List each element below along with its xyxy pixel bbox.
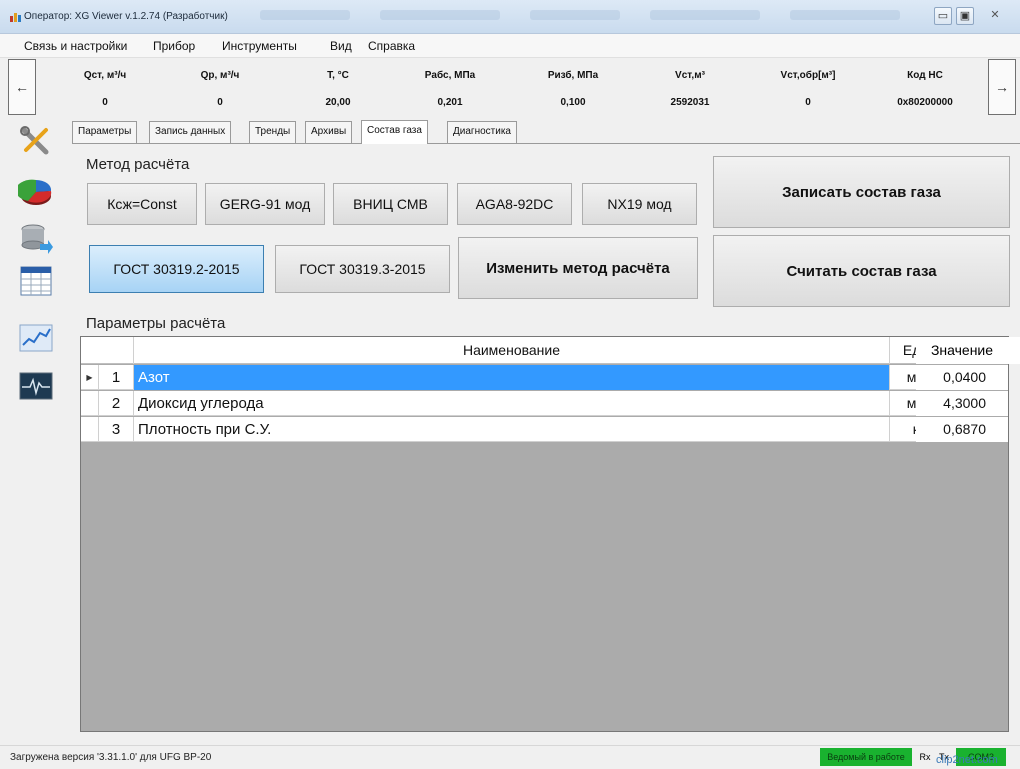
method-button-nx19[interactable]: NX19 мод [582, 183, 697, 225]
row-name[interactable]: Диоксид углерода [134, 391, 890, 416]
write-gas-composition-button[interactable]: Записать состав газа [713, 156, 1010, 228]
tab-archives[interactable]: Архивы [305, 121, 353, 143]
header-value: 0x80200000 [897, 97, 953, 108]
tab-parameters[interactable]: Параметры [72, 121, 138, 143]
column-header-value[interactable]: Значение [916, 337, 1008, 364]
trend-chart-icon[interactable] [18, 321, 54, 355]
title-blur [380, 10, 500, 20]
menu-device[interactable]: Прибор [153, 39, 195, 53]
row-value[interactable]: 0,0400 [916, 365, 1008, 390]
read-gas-composition-button[interactable]: Считать состав газа [713, 235, 1010, 307]
header-value: 0 [805, 97, 811, 108]
gost-30319-2-button[interactable]: ГОСТ 30319.2-2015 [89, 245, 264, 293]
maximize-button[interactable]: ▣ [956, 7, 974, 25]
method-button-gerg91[interactable]: GERG-91 мод [205, 183, 325, 225]
tools-icon[interactable] [18, 124, 54, 158]
prev-arrow-button[interactable]: ← [8, 59, 36, 115]
database-icon[interactable] [18, 222, 54, 256]
grid-header: Наименование Ед.изм. [81, 337, 1020, 364]
header-value: 0,201 [437, 97, 463, 108]
status-text: Загружена версия '3.31.1.0' для UFG BP-2… [10, 752, 212, 763]
header-label: Pабс, МПа [424, 70, 476, 81]
tab-diagnostics[interactable]: Диагностика [447, 121, 517, 143]
title-blur [530, 10, 620, 20]
header-label: T, °C [327, 70, 349, 81]
table-row[interactable]: 3 Плотность при С.У. кг/м³ 0,6870 [81, 417, 1008, 442]
row-number: 2 [99, 391, 134, 416]
title-bar: Оператор: XG Viewer v.1.2.74 (Разработчи… [0, 0, 1020, 34]
header-label: Pизб, МПа [547, 70, 599, 81]
method-button-ksj-const[interactable]: Ксж=Const [87, 183, 197, 225]
tab-gas-composition[interactable]: Состав газа [361, 120, 428, 144]
app-icon [10, 13, 21, 22]
gost-30319-3-button[interactable]: ГОСТ 30319.3-2015 [275, 245, 450, 293]
title-blur [650, 10, 760, 20]
mode-badge: Ведомый в работе [820, 748, 912, 766]
status-bar: Загружена версия '3.31.1.0' для UFG BP-2… [0, 745, 1020, 769]
header-label: Vст,м³ [675, 70, 705, 81]
params-grid[interactable]: Наименование Ед.изм. Значение ▶ 1 Азот м… [80, 336, 1020, 732]
table-icon[interactable] [18, 264, 54, 298]
title-blur [790, 10, 900, 20]
menu-connection-settings[interactable]: Связь и настройки [24, 39, 127, 53]
header-value: 0,100 [560, 97, 586, 108]
menu-bar: Связь и настройки Прибор Инструменты Вид… [0, 34, 1020, 58]
row-value[interactable]: 4,3000 [916, 391, 1008, 416]
header-label: Qр, м³/ч [200, 70, 240, 81]
header-value: 2592031 [670, 97, 710, 108]
table-row[interactable]: 2 Диоксид углерода мол.% 4,3000 [81, 391, 1008, 416]
header-label: Qст, м³/ч [83, 70, 127, 81]
header-label: Код НС [907, 70, 943, 81]
table-row[interactable]: ▶ 1 Азот мол.% 0,0400 [81, 365, 1008, 390]
close-button[interactable]: ✕ [984, 7, 1006, 25]
watermark: clip2net.com [936, 754, 998, 766]
menu-view[interactable]: Вид [330, 39, 352, 53]
row-name[interactable]: Плотность при С.У. [134, 417, 890, 442]
current-row-marker: ▶ [81, 365, 99, 390]
row-name[interactable]: Азот [134, 365, 890, 390]
header-label: Vст,обр[м³] [780, 70, 836, 81]
change-method-button[interactable]: Изменить метод расчёта [458, 237, 698, 299]
row-number: 3 [99, 417, 134, 442]
menu-tools[interactable]: Инструменты [222, 39, 297, 53]
row-value[interactable]: 0,6870 [916, 417, 1008, 442]
method-button-vnic-smv[interactable]: ВНИЦ СМВ [333, 183, 448, 225]
title-blur [260, 10, 350, 20]
window-title: Оператор: XG Viewer v.1.2.74 (Разработчи… [24, 11, 228, 22]
row-header-corner [81, 337, 134, 364]
next-arrow-button[interactable]: → [988, 59, 1016, 115]
row-number: 1 [99, 365, 134, 390]
tab-data-logging[interactable]: Запись данных [149, 121, 232, 143]
header-value: 0 [102, 97, 108, 108]
pie-chart-icon[interactable] [18, 176, 54, 210]
minimize-button[interactable]: ▭ [934, 7, 952, 25]
method-button-aga8[interactable]: AGA8-92DC [457, 183, 572, 225]
method-label: Метод расчёта [86, 156, 190, 173]
header-value: 20,00 [325, 97, 351, 108]
pulse-monitor-icon[interactable] [18, 369, 54, 403]
menu-help[interactable]: Справка [368, 39, 415, 53]
column-header-name[interactable]: Наименование [134, 337, 890, 364]
params-label: Параметры расчёта [86, 315, 226, 332]
rx-indicator: Rx [919, 752, 931, 762]
header-value: 0 [217, 97, 223, 108]
tab-trends[interactable]: Тренды [249, 121, 297, 143]
